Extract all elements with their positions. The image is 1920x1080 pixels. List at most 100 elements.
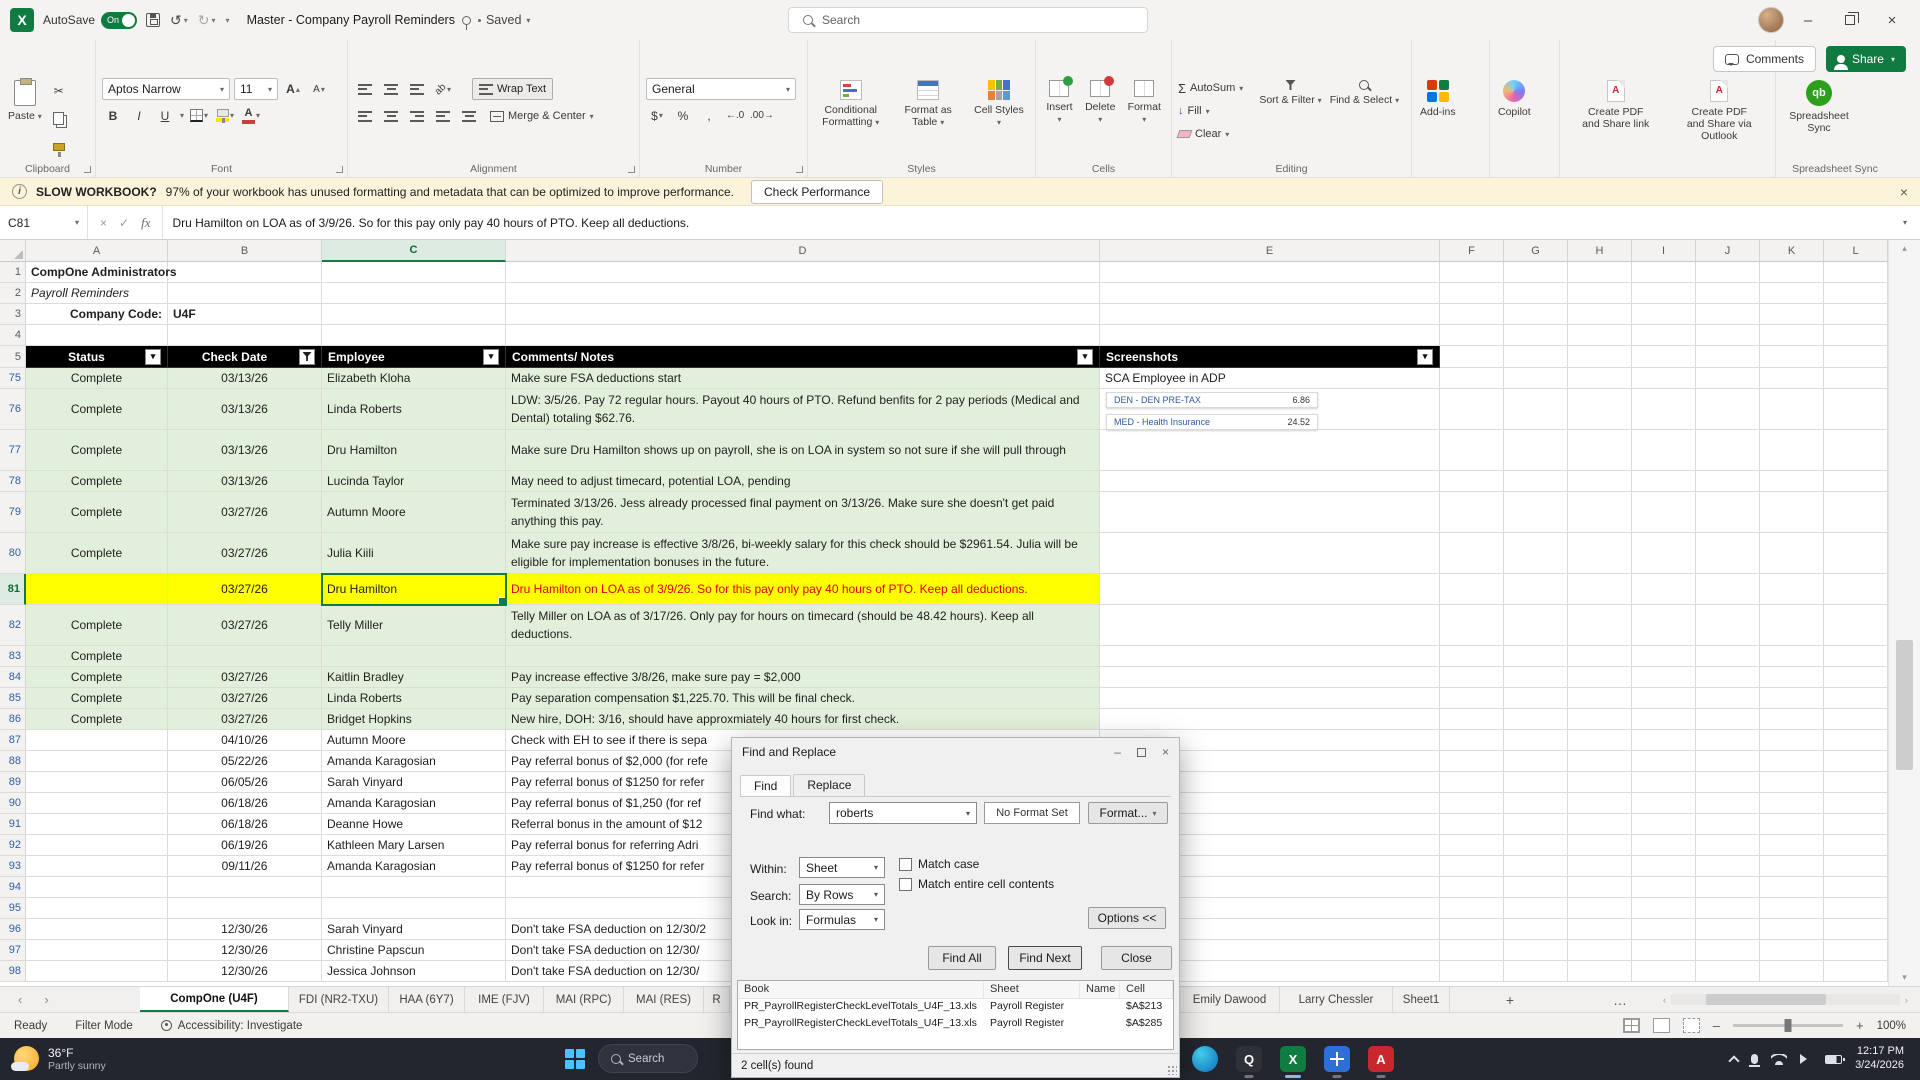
cell[interactable] xyxy=(1440,533,1504,574)
restore-button[interactable] xyxy=(1832,5,1868,35)
zoom-level[interactable]: 100% xyxy=(1877,1020,1906,1032)
notes-cell[interactable]: Pay separation compensation $1,225.70. T… xyxy=(506,688,1100,709)
cell[interactable] xyxy=(1760,793,1824,814)
sheet-tab-ime-fjv-[interactable]: IME (FJV) xyxy=(465,987,544,1012)
check-date-cell[interactable]: 03/27/26 xyxy=(168,709,322,730)
row-header-77[interactable]: 77 xyxy=(0,430,26,471)
format-painter-button[interactable] xyxy=(48,136,70,157)
tabs-scroll-right-icon[interactable]: › xyxy=(44,992,48,1007)
row-header-76[interactable]: 76 xyxy=(0,389,26,430)
find-all-button[interactable]: Find All xyxy=(928,946,996,970)
status-cell[interactable] xyxy=(26,835,168,856)
cell[interactable] xyxy=(1100,304,1440,325)
status-cell[interactable]: Complete xyxy=(26,667,168,688)
cell[interactable] xyxy=(1568,814,1632,835)
cell[interactable] xyxy=(1632,667,1696,688)
cell[interactable] xyxy=(1760,430,1824,471)
percent-button[interactable]: % xyxy=(672,105,694,126)
check-date-cell[interactable]: 03/27/26 xyxy=(168,667,322,688)
cell[interactable] xyxy=(1824,533,1888,574)
cell[interactable] xyxy=(1632,605,1696,646)
row-header-1[interactable]: 1 xyxy=(0,262,26,283)
employee-cell[interactable]: Jessica Johnson xyxy=(322,961,506,982)
weather-widget[interactable]: 36°F Partly sunny xyxy=(0,1046,106,1073)
cell[interactable] xyxy=(1632,898,1696,919)
cell[interactable] xyxy=(506,304,1100,325)
cell[interactable] xyxy=(1440,605,1504,646)
notes-cell[interactable]: Terminated 3/13/26. Jess already process… xyxy=(506,492,1100,533)
cell[interactable] xyxy=(1824,368,1888,389)
sort-filter-button[interactable]: Sort & Filter ▾ xyxy=(1257,78,1323,108)
cell[interactable] xyxy=(1696,835,1760,856)
cell[interactable] xyxy=(1824,856,1888,877)
employee-cell[interactable]: Telly Miller xyxy=(322,605,506,646)
cell[interactable] xyxy=(1824,814,1888,835)
cell[interactable] xyxy=(1568,304,1632,325)
status-cell[interactable]: Complete xyxy=(26,709,168,730)
filter-button[interactable]: ▾ xyxy=(1077,348,1093,365)
cell[interactable] xyxy=(1696,772,1760,793)
cell[interactable] xyxy=(1568,389,1632,430)
cell[interactable] xyxy=(1504,533,1568,574)
font-color-button[interactable]: A ▾ xyxy=(240,105,262,126)
cell[interactable] xyxy=(1824,346,1888,368)
cell[interactable] xyxy=(1760,471,1824,492)
row-header-84[interactable]: 84 xyxy=(0,667,26,688)
sheet-tab-sheet1[interactable]: Sheet1 xyxy=(1393,987,1450,1012)
increase-decimal-button[interactable]: ←.0 xyxy=(724,105,746,126)
cell[interactable] xyxy=(1760,751,1824,772)
status-cell[interactable]: Complete xyxy=(26,688,168,709)
font-size-select[interactable]: 11 ▾ xyxy=(234,78,278,100)
screenshots-cell[interactable] xyxy=(1100,430,1440,471)
employee-cell[interactable]: Amanda Karagosian xyxy=(322,793,506,814)
number-format-select[interactable]: General ▾ xyxy=(646,78,796,100)
column-header-C[interactable]: C xyxy=(322,240,506,262)
cell[interactable] xyxy=(1696,667,1760,688)
screenshots-cell[interactable] xyxy=(1100,605,1440,646)
close-dialog-button[interactable]: Close xyxy=(1101,946,1172,970)
spreadsheet-sync-button[interactable]: qb Spreadsheet Sync xyxy=(1782,78,1856,136)
copilot-button[interactable]: Copilot xyxy=(1496,78,1533,120)
enter-formula-icon[interactable]: ✓ xyxy=(119,216,129,230)
cell[interactable] xyxy=(1440,919,1504,940)
status-cell[interactable]: Complete xyxy=(26,605,168,646)
comments-button[interactable]: Comments xyxy=(1712,46,1816,72)
insert-cells-button[interactable]: Insert ▾ xyxy=(1042,76,1077,127)
cell[interactable] xyxy=(1504,919,1568,940)
cell[interactable] xyxy=(1568,492,1632,533)
cell[interactable] xyxy=(1696,688,1760,709)
align-bottom-button[interactable] xyxy=(406,79,428,100)
cell[interactable] xyxy=(1760,688,1824,709)
employee-cell[interactable]: Amanda Karagosian xyxy=(322,856,506,877)
employee-cell[interactable]: Linda Roberts xyxy=(322,688,506,709)
cell[interactable] xyxy=(1824,877,1888,898)
cell[interactable] xyxy=(1568,772,1632,793)
column-header-H[interactable]: H xyxy=(1568,240,1632,262)
cell[interactable] xyxy=(26,325,168,346)
cell[interactable] xyxy=(1760,646,1824,667)
normal-view-button[interactable] xyxy=(1622,1018,1640,1033)
cell[interactable] xyxy=(1440,646,1504,667)
notes-cell[interactable] xyxy=(506,646,1100,667)
cell[interactable] xyxy=(1760,262,1824,283)
column-header-J[interactable]: J xyxy=(1696,240,1760,262)
employee-cell[interactable]: Linda Roberts xyxy=(322,389,506,430)
cell[interactable] xyxy=(1760,898,1824,919)
cell[interactable] xyxy=(506,262,1100,283)
row-header-97[interactable]: 97 xyxy=(0,940,26,961)
check-date-cell[interactable]: 03/27/26 xyxy=(168,688,322,709)
cell[interactable] xyxy=(1568,346,1632,368)
filter-button[interactable]: ▾ xyxy=(483,348,499,365)
cell[interactable] xyxy=(1440,262,1504,283)
format-button[interactable]: Format... ▾ xyxy=(1088,802,1168,824)
page-break-view-button[interactable] xyxy=(1682,1018,1700,1033)
employee-cell[interactable]: Amanda Karagosian xyxy=(322,751,506,772)
cell[interactable] xyxy=(1760,533,1824,574)
row-header-87[interactable]: 87 xyxy=(0,730,26,751)
font-name-select[interactable]: Aptos Narrow ▾ xyxy=(102,78,230,100)
check-date-cell[interactable]: 06/18/26 xyxy=(168,793,322,814)
format-cells-button[interactable]: Format ▾ xyxy=(1124,78,1165,127)
cell[interactable] xyxy=(1632,368,1696,389)
cell[interactable] xyxy=(1504,304,1568,325)
employee-cell[interactable]: Sarah Vinyard xyxy=(322,919,506,940)
